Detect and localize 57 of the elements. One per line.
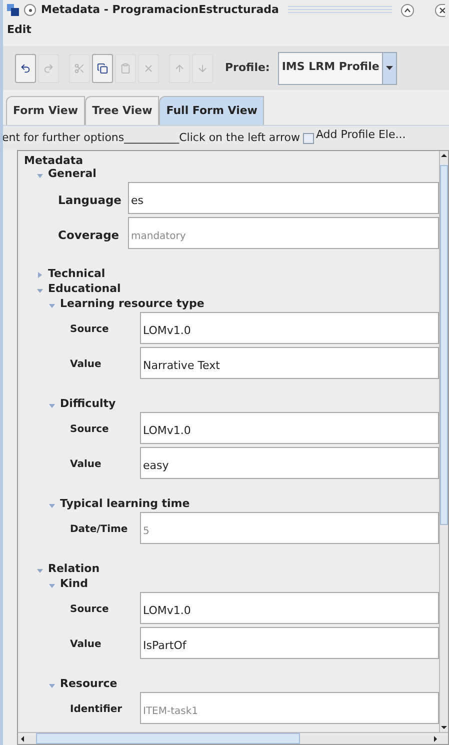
menu-item[interactable]: Edit bbox=[7, 22, 32, 38]
minimize-icon[interactable] bbox=[401, 4, 414, 16]
field-label: Identifier bbox=[70, 703, 124, 717]
close-icon[interactable] bbox=[435, 4, 445, 16]
field-label: Language bbox=[58, 192, 122, 209]
app-icon bbox=[7, 4, 19, 16]
text-field[interactable]: IsPartOf bbox=[140, 627, 439, 659]
field-label: Source bbox=[70, 323, 110, 337]
field-label: Date/Time bbox=[70, 523, 129, 537]
profile-label: Profile: bbox=[225, 60, 270, 76]
text-field[interactable]: es bbox=[128, 182, 439, 214]
field-label: Value bbox=[70, 638, 102, 652]
redo-icon bbox=[43, 62, 54, 74]
section-label[interactable]: Metadata bbox=[24, 153, 439, 167]
profile-dropdown[interactable]: IMS LRM Profile bbox=[278, 52, 398, 84]
tab[interactable]: Tree View bbox=[85, 96, 160, 125]
tab[interactable]: Full Form View bbox=[159, 96, 264, 125]
section-label[interactable]: Resource bbox=[60, 676, 118, 693]
section-label[interactable]: Learning resource type bbox=[60, 296, 204, 313]
vertical-scrollbar[interactable] bbox=[439, 151, 448, 732]
section-label[interactable]: Difficulty bbox=[60, 396, 116, 413]
field-label: Source bbox=[70, 603, 110, 617]
field-label: Coverage bbox=[58, 227, 120, 244]
section-label[interactable]: Kind bbox=[60, 576, 88, 593]
text-field[interactable]: Narrative Text bbox=[140, 347, 439, 379]
tab[interactable]: Form View bbox=[6, 96, 86, 125]
collapse-arrow-icon[interactable] bbox=[36, 270, 44, 278]
window-menu-icon[interactable] bbox=[24, 4, 36, 16]
undo-icon bbox=[20, 62, 31, 74]
text-field[interactable]: LOMv1.0 bbox=[140, 592, 439, 624]
toolbar-button[interactable] bbox=[15, 54, 36, 82]
arrow-down-icon bbox=[197, 62, 208, 74]
text-field[interactable]: easy bbox=[140, 447, 439, 479]
section-label[interactable]: Technical bbox=[48, 266, 106, 283]
scissors-icon bbox=[74, 62, 85, 74]
window-title: Metadata - ProgramacionEstructurada bbox=[41, 2, 279, 18]
checkbox-label: Add Profile Ele... bbox=[316, 127, 406, 143]
toolbar-button[interactable] bbox=[92, 54, 113, 82]
horizontal-scrollbar[interactable] bbox=[18, 732, 448, 744]
field-label: Value bbox=[70, 358, 102, 372]
arrow-up-icon bbox=[174, 62, 185, 74]
text-field[interactable]: mandatory bbox=[128, 217, 439, 249]
text-field[interactable]: ITEM-task1 bbox=[140, 692, 439, 724]
section-label[interactable]: General bbox=[48, 166, 96, 183]
field-label: Source bbox=[70, 423, 110, 437]
clipboard-icon bbox=[120, 62, 131, 74]
text-field[interactable]: 5 bbox=[140, 512, 439, 544]
text-field[interactable]: LOMv1.0 bbox=[140, 412, 439, 444]
copy-icon bbox=[97, 62, 108, 74]
field-label: Value bbox=[70, 458, 102, 472]
section-label[interactable]: Educational bbox=[48, 281, 121, 298]
close-icon bbox=[143, 62, 154, 74]
checkbox[interactable] bbox=[302, 132, 314, 144]
dropdown-arrow-icon bbox=[386, 66, 394, 70]
section-label[interactable]: Relation bbox=[48, 561, 100, 578]
text-field[interactable]: LOMv1.0 bbox=[140, 312, 439, 344]
section-label[interactable]: Typical learning time bbox=[60, 496, 190, 513]
